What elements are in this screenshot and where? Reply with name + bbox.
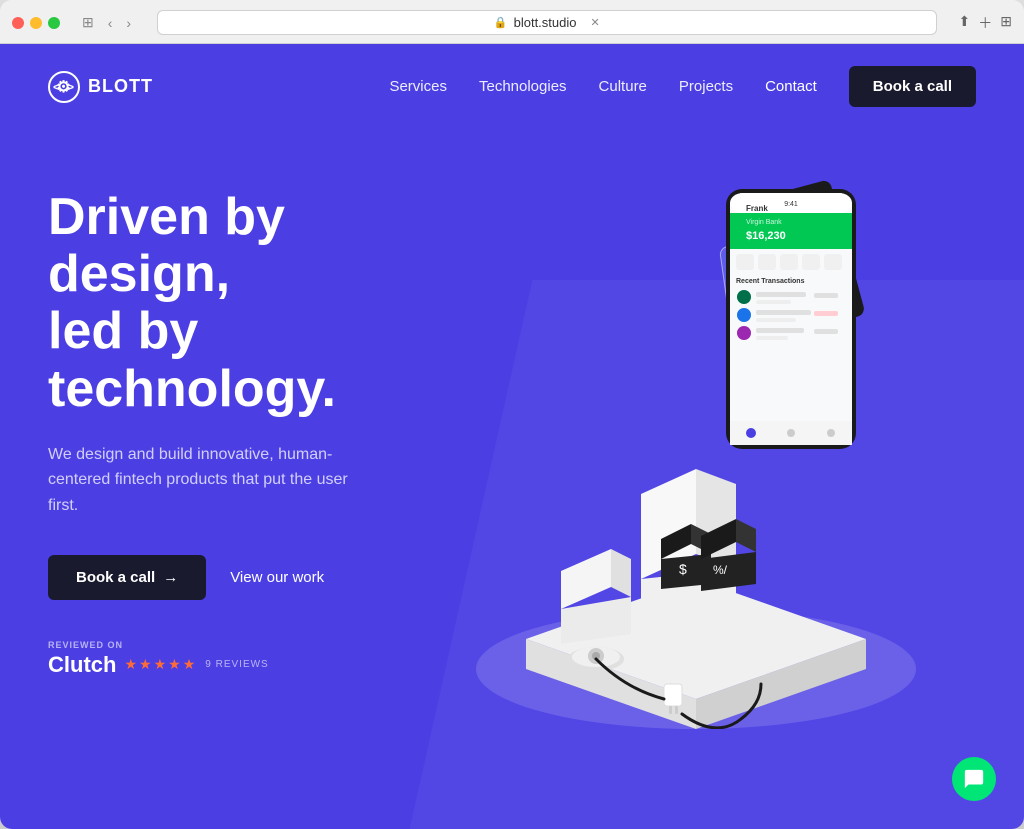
- browser-action-buttons: ⬆ ＋ ⊞: [959, 13, 1012, 33]
- clutch-name: Clutch: [48, 652, 116, 678]
- hero-section: Driven by design, led by technology. We …: [0, 129, 1024, 709]
- minimize-button[interactable]: [30, 17, 42, 29]
- navbar: ⚙ BLOTT Services Technologies Culture Pr…: [0, 44, 1024, 129]
- hero-view-work-button[interactable]: View our work: [230, 569, 324, 586]
- logo-symbol: ⚙: [56, 77, 71, 97]
- svg-text:%/: %/: [713, 563, 728, 577]
- nav-projects[interactable]: Projects: [679, 78, 733, 95]
- svg-text:$: $: [679, 561, 687, 577]
- forward-button[interactable]: ›: [122, 13, 135, 33]
- browser-window: ⊞ ‹ › 🔒 blott.studio ✕ ⬆ ＋ ⊞: [0, 0, 1024, 829]
- star-3: ★: [154, 656, 167, 673]
- nav-links: Services Technologies Culture Projects C…: [389, 66, 976, 107]
- back-button[interactable]: ‹: [104, 13, 117, 33]
- clutch-stars: ★ ★ ★ ★ ★: [124, 656, 195, 673]
- browser-titlebar: ⊞ ‹ › 🔒 blott.studio ✕ ⬆ ＋ ⊞: [12, 10, 1012, 35]
- nav-book-call-button[interactable]: Book a call: [849, 66, 976, 107]
- svg-text:Recent Transactions: Recent Transactions: [736, 278, 805, 285]
- star-2: ★: [139, 656, 152, 673]
- new-tab-icon[interactable]: ＋: [978, 13, 992, 33]
- addressbar-row: 🔒 blott.studio ✕: [157, 10, 936, 35]
- hero-buttons: Book a call → View our work: [48, 555, 456, 600]
- hero-description: We design and build innovative, human-ce…: [48, 442, 348, 519]
- nav-culture[interactable]: Culture: [599, 78, 647, 95]
- lock-icon: 🔒: [494, 16, 508, 29]
- clutch-reviewed-on: REVIEWED ON: [48, 640, 456, 650]
- tab-close-icon[interactable]: ✕: [590, 16, 599, 29]
- address-bar[interactable]: 🔒 blott.studio ✕: [157, 10, 936, 35]
- maximize-button[interactable]: [48, 17, 60, 29]
- share-icon[interactable]: ⬆: [959, 13, 971, 33]
- hero-illustration-svg: 9:41 Virgin Bank $16,230 Frank: [436, 149, 996, 729]
- hero-title-line2: led by technology.: [48, 302, 336, 417]
- svg-text:Frank: Frank: [746, 204, 768, 213]
- hero-cta-label: Book a call: [76, 569, 155, 586]
- sidebar-toggle-button[interactable]: ⊞: [78, 12, 98, 33]
- chat-icon: [963, 768, 985, 790]
- svg-text:Virgin Bank: Virgin Bank: [746, 219, 782, 226]
- browser-chrome: ⊞ ‹ › 🔒 blott.studio ✕ ⬆ ＋ ⊞: [0, 0, 1024, 44]
- star-5: ★: [183, 656, 196, 673]
- nav-technologies[interactable]: Technologies: [479, 78, 567, 95]
- clutch-row: Clutch ★ ★ ★ ★ ★ 9 REVIEWS: [48, 652, 456, 678]
- logo-text: BLOTT: [88, 76, 153, 97]
- svg-text:$16,230: $16,230: [746, 230, 786, 242]
- hero-title-line1: Driven by design,: [48, 188, 285, 303]
- traffic-lights: [12, 17, 60, 29]
- hero-illustration: 9:41 Virgin Bank $16,230 Frank: [456, 149, 976, 709]
- hero-content: Driven by design, led by technology. We …: [48, 169, 456, 678]
- hero-book-call-button[interactable]: Book a call →: [48, 555, 206, 600]
- svg-text:9:41: 9:41: [784, 201, 798, 208]
- chat-bubble-button[interactable]: [952, 757, 996, 801]
- url-text: blott.studio: [514, 15, 577, 30]
- star-1: ★: [124, 656, 137, 673]
- clutch-reviews-count: 9 REVIEWS: [205, 659, 268, 670]
- nav-services[interactable]: Services: [389, 78, 447, 95]
- arrow-icon: →: [163, 569, 178, 586]
- website-content: ⚙ BLOTT Services Technologies Culture Pr…: [0, 44, 1024, 829]
- browser-controls: ⊞ ‹ ›: [78, 12, 135, 33]
- grid-icon[interactable]: ⊞: [1000, 13, 1012, 33]
- logo: ⚙ BLOTT: [48, 71, 153, 103]
- logo-icon: ⚙: [48, 71, 80, 103]
- hero-title: Driven by design, led by technology.: [48, 189, 456, 418]
- nav-contact[interactable]: Contact: [765, 78, 817, 95]
- close-button[interactable]: [12, 17, 24, 29]
- star-4: ★: [168, 656, 181, 673]
- clutch-section: REVIEWED ON Clutch ★ ★ ★ ★ ★ 9 REVIEWS: [48, 640, 456, 678]
